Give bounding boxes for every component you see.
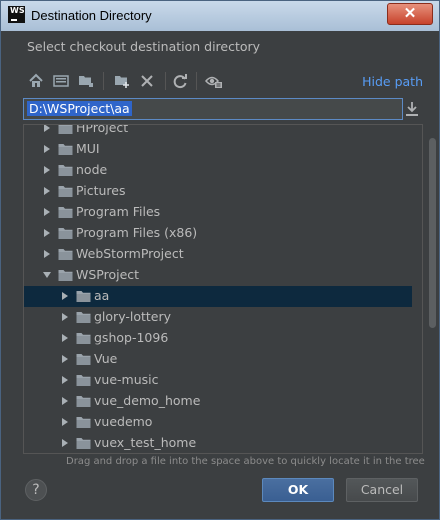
folder-icon: [76, 395, 91, 408]
folder-icon: [58, 269, 73, 282]
tree-item-label: glory-lottery: [94, 309, 172, 324]
toolbar: Hide path: [23, 67, 423, 95]
title-bar[interactable]: WS Destination Directory ✕: [1, 1, 439, 31]
tree-item-label: HProject: [76, 124, 129, 135]
expand-arrow-right-icon[interactable]: [59, 374, 71, 386]
folder-icon: [76, 311, 91, 324]
expand-arrow-right-icon[interactable]: [59, 437, 71, 449]
tree-item-label: vuedemo: [94, 414, 153, 429]
tree-item-label: vue_demo_home: [94, 393, 201, 408]
new-folder-icon[interactable]: [111, 70, 133, 92]
destination-directory-dialog: WS Destination Directory ✕ Select checko…: [0, 0, 440, 520]
tree-row[interactable]: aa: [24, 286, 412, 307]
tree-item-label: WSProject: [76, 267, 140, 282]
toolbar-separator: [103, 72, 104, 90]
folder-icon: [76, 332, 91, 345]
expand-arrow-right-icon[interactable]: [41, 143, 53, 155]
expand-arrow-right-icon[interactable]: [59, 311, 71, 323]
expand-arrow-right-icon[interactable]: [41, 227, 53, 239]
tree-row[interactable]: Program Files: [24, 202, 412, 223]
folder-icon: [58, 185, 73, 198]
tree-row[interactable]: node: [24, 160, 412, 181]
folder-icon: [58, 206, 73, 219]
folder-icon: [76, 416, 91, 429]
desktop-icon[interactable]: [50, 70, 72, 92]
tree-row[interactable]: vue-music: [24, 370, 412, 391]
expand-arrow-right-icon[interactable]: [41, 164, 53, 176]
expand-arrow-right-icon[interactable]: [41, 185, 53, 197]
expand-arrow-right-icon[interactable]: [59, 290, 71, 302]
download-icon[interactable]: [405, 101, 421, 117]
folder-icon: [58, 227, 73, 240]
tree-item-label: vuex_test_home: [94, 435, 197, 450]
tree-scrollbar[interactable]: [429, 138, 436, 328]
show-hidden-icon[interactable]: [203, 70, 225, 92]
tree-item-label: vue-music: [94, 372, 159, 387]
tree-item-label: MUI: [76, 141, 100, 156]
webstorm-app-icon: WS: [8, 6, 25, 23]
dialog-subtitle: Select checkout destination directory: [27, 39, 261, 54]
folder-icon: [58, 164, 73, 177]
cancel-button[interactable]: Cancel: [346, 478, 418, 502]
tree-item-label: node: [76, 162, 108, 177]
tree-row[interactable]: vuedemo: [24, 412, 412, 433]
expand-arrow-right-icon[interactable]: [59, 416, 71, 428]
expand-arrow-right-icon[interactable]: [41, 248, 53, 260]
tree-row[interactable]: Program Files (x86): [24, 223, 412, 244]
tree-row[interactable]: WSProject: [24, 265, 412, 286]
ok-button[interactable]: OK: [262, 478, 334, 502]
path-row: D:\WSProject\aa: [23, 98, 423, 122]
project-folder-icon[interactable]: [75, 70, 97, 92]
home-icon[interactable]: [25, 70, 47, 92]
folder-icon: [58, 143, 73, 156]
tree-item-label: WebStormProject: [76, 246, 184, 261]
folder-icon: [58, 248, 73, 261]
folder-icon: [76, 290, 91, 303]
tree-row[interactable]: glory-lottery: [24, 307, 412, 328]
drag-drop-hint: Drag and drop a file into the space abov…: [66, 456, 425, 467]
toolbar-separator: [165, 72, 166, 90]
folder-icon: [76, 437, 91, 450]
folder-icon: [76, 374, 91, 387]
close-button[interactable]: ✕: [387, 3, 433, 25]
tree-item-label: aa: [94, 288, 110, 303]
expand-arrow-right-icon[interactable]: [59, 353, 71, 365]
expand-arrow-right-icon[interactable]: [41, 206, 53, 218]
hide-path-link[interactable]: Hide path: [362, 74, 423, 89]
directory-tree[interactable]: HProject MUI node Pictures Program Files Prog…: [23, 124, 423, 454]
tree-item-label: Pictures: [76, 183, 126, 198]
delete-icon[interactable]: [136, 70, 158, 92]
folder-icon: [76, 353, 91, 366]
folder-icon: [58, 125, 73, 135]
expand-arrow-down-icon[interactable]: [41, 269, 53, 281]
tree-item-label: Program Files: [76, 204, 161, 219]
tree-row[interactable]: vuex_test_home: [24, 433, 412, 453]
tree-row[interactable]: HProject: [24, 124, 412, 139]
path-input[interactable]: D:\WSProject\aa: [23, 98, 403, 120]
tree-item-label: gshop-1096: [94, 330, 169, 345]
expand-arrow-right-icon[interactable]: [59, 332, 71, 344]
path-input-value: D:\WSProject\aa: [27, 101, 132, 116]
tree-row[interactable]: gshop-1096: [24, 328, 412, 349]
tree-row[interactable]: MUI: [24, 139, 412, 160]
refresh-icon[interactable]: [169, 70, 191, 92]
toolbar-separator: [196, 72, 197, 90]
expand-arrow-right-icon[interactable]: [41, 125, 53, 134]
tree-row[interactable]: Vue: [24, 349, 412, 370]
tree-row[interactable]: vue_demo_home: [24, 391, 412, 412]
expand-arrow-right-icon[interactable]: [59, 395, 71, 407]
window-title: Destination Directory: [31, 8, 152, 23]
tree-row[interactable]: WebStormProject: [24, 244, 412, 265]
tree-item-label: Vue: [94, 351, 118, 366]
tree-item-label: Program Files (x86): [76, 225, 198, 240]
help-button[interactable]: ?: [25, 479, 47, 501]
tree-row[interactable]: Pictures: [24, 181, 412, 202]
